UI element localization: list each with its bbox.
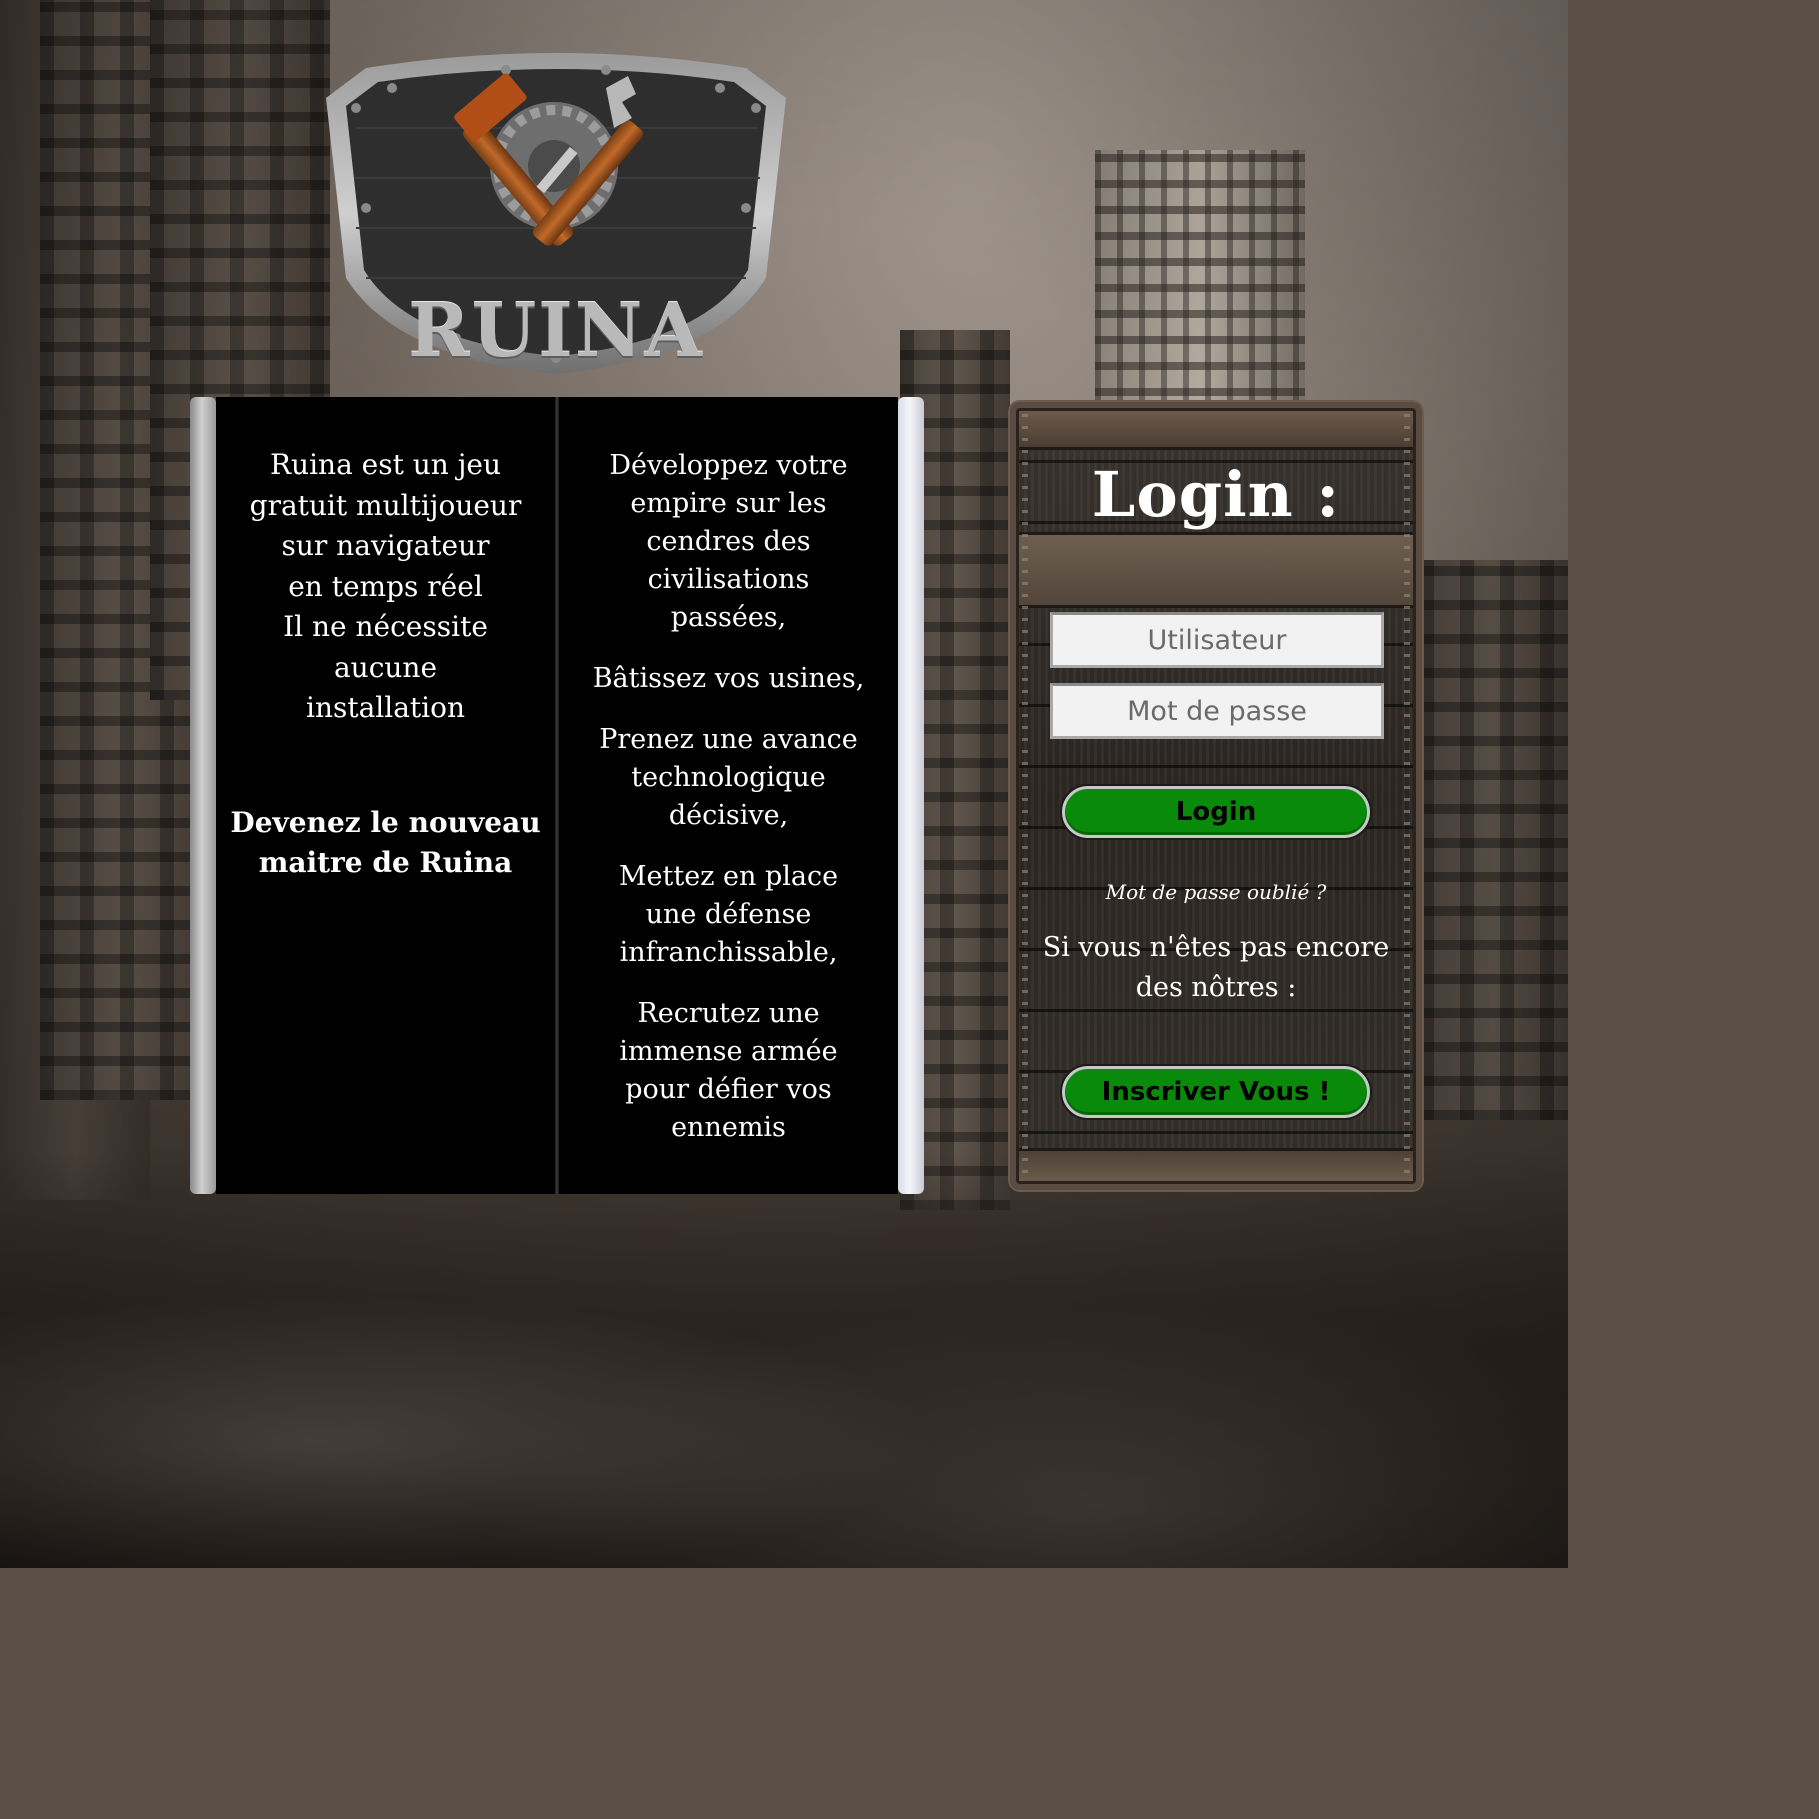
logo-title: RUINA bbox=[408, 288, 704, 374]
intro-line: Ruina est un jeu bbox=[269, 448, 502, 481]
register-button[interactable]: Inscriver Vous ! bbox=[1062, 1066, 1370, 1118]
intro-text: Ruina est un jeu gratuit multijoueur sur… bbox=[230, 445, 541, 729]
logo-shield: RUINA bbox=[326, 48, 786, 374]
username-input[interactable] bbox=[1050, 612, 1384, 668]
login-title: Login : bbox=[1091, 458, 1341, 531]
login-button[interactable]: Login bbox=[1062, 786, 1370, 838]
forgot-password-link[interactable]: Mot de passe oublié ? bbox=[1010, 880, 1422, 904]
scroll-rail-left bbox=[190, 397, 216, 1194]
features-column: Développez votre empire sur les cendres … bbox=[559, 397, 898, 1194]
call-line: maitre de Ruina bbox=[258, 845, 513, 879]
feature-tech: Prenez une avance technologique décisive… bbox=[599, 724, 858, 831]
call-to-action: Devenez le nouveau maitre de Ruina bbox=[230, 803, 541, 883]
scroll-rail-right[interactable] bbox=[898, 397, 924, 1194]
call-line: Devenez le nouveau bbox=[230, 805, 541, 839]
intro-column: Ruina est un jeu gratuit multijoueur sur… bbox=[216, 397, 555, 1194]
feature-develop: Développez votre empire sur les cendres … bbox=[609, 450, 848, 633]
info-columns: Ruina est un jeu gratuit multijoueur sur… bbox=[216, 397, 898, 1194]
not-registered-text: Si vous n'êtes pas encore des nôtres : bbox=[1042, 932, 1390, 1003]
intro-line: gratuit multijoueur bbox=[249, 488, 522, 522]
intro-line: en temps réel bbox=[288, 569, 483, 603]
feature-build: Bâtissez vos usines, bbox=[592, 663, 865, 694]
intro-line: Il ne nécessite aucune bbox=[283, 610, 488, 684]
feature-defense: Mettez en place une défense infranchissa… bbox=[618, 861, 839, 968]
intro-line: sur navigateur bbox=[281, 529, 490, 562]
info-panel: Ruina est un jeu gratuit multijoueur sur… bbox=[190, 397, 924, 1194]
feature-army: Recrutez une immense armée pour défier v… bbox=[619, 998, 838, 1143]
intro-line: installation bbox=[305, 691, 465, 724]
login-panel: Login : Login Mot de passe oublié ? Si v… bbox=[1010, 402, 1422, 1190]
password-input[interactable] bbox=[1050, 683, 1384, 739]
